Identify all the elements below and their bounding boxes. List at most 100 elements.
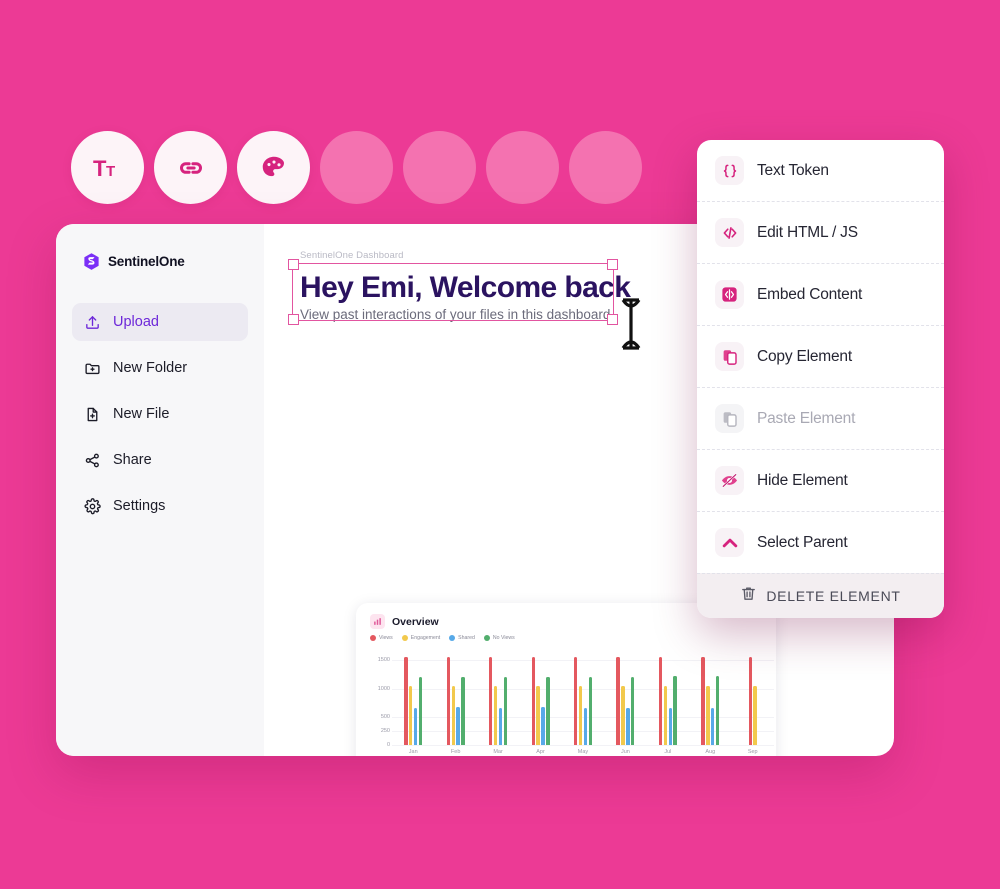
screen: T T SentinelOne Upload New Folder New Fi… (0, 0, 1000, 889)
bar[interactable] (446, 656, 451, 745)
context-menu-item-label: Hide Element (757, 471, 848, 489)
legend-dot (449, 635, 456, 641)
bar[interactable] (673, 676, 677, 745)
sidebar-item-upload[interactable]: Upload (72, 303, 248, 341)
braces-icon (715, 156, 744, 185)
legend-dot (370, 635, 376, 641)
gear-icon (84, 497, 101, 514)
bar[interactable] (531, 656, 535, 745)
resize-handle-top-left[interactable] (288, 259, 299, 270)
bar[interactable] (706, 686, 710, 745)
bar[interactable] (536, 685, 540, 745)
x-axis: Jan Feb Mar Apr May Jun Jul Aug Sep (392, 749, 774, 755)
bar[interactable] (626, 707, 630, 745)
text-size-icon: T T (93, 156, 115, 181)
file-plus-icon (87, 407, 98, 421)
toolbar-button-placeholder-1[interactable] (320, 131, 393, 204)
sidebar: SentinelOne Upload New Folder New File S… (56, 224, 264, 756)
toolbar-button-typography[interactable]: T T (71, 131, 144, 204)
trash-icon (740, 585, 757, 607)
context-menu-item-label: Select Parent (757, 533, 848, 551)
bar-group (434, 649, 476, 745)
sidebar-nav: Upload New Folder New File Share Setting… (56, 303, 264, 525)
bar-group (604, 649, 646, 745)
x-tick-label: Sep (747, 749, 758, 755)
context-menu-item-edit-html-js[interactable]: Edit HTML / JS (697, 201, 944, 263)
bar[interactable] (583, 707, 588, 745)
context-menu-item-hide-element[interactable]: Hide Element (697, 449, 944, 511)
sidebar-item-new-file[interactable]: New File (72, 395, 248, 433)
bar[interactable] (546, 676, 550, 745)
context-menu-item-label: Text Token (757, 161, 829, 179)
paste-icon (715, 404, 744, 433)
bar[interactable] (413, 707, 418, 745)
resize-handle-bottom-left[interactable] (288, 314, 299, 325)
bar[interactable] (404, 656, 408, 745)
bar[interactable] (753, 685, 757, 745)
sentinelone-logo-icon (84, 253, 99, 270)
legend-label: Engagement (410, 635, 441, 641)
context-menu-item-select-parent[interactable]: Select Parent (697, 511, 944, 573)
selected-heading-wrapper[interactable]: Hey Emi, Welcome back (288, 259, 631, 325)
sidebar-item-share[interactable]: Share (72, 441, 248, 479)
x-tick-label: Jun (620, 749, 630, 755)
bar[interactable] (701, 656, 705, 745)
x-tick-label: Jan (408, 749, 418, 755)
toolbar-button-placeholder-2[interactable] (403, 131, 476, 204)
context-menu-item-label: Edit HTML / JS (757, 223, 858, 241)
bar[interactable] (715, 676, 720, 745)
copy-icon (715, 342, 744, 371)
context-menu-item-label: Embed Content (757, 285, 863, 303)
bar[interactable] (668, 707, 672, 745)
bar[interactable] (616, 656, 620, 745)
eye-off-icon (715, 466, 744, 495)
toolbar-button-placeholder-3[interactable] (486, 131, 559, 204)
context-menu-item-embed-content[interactable]: Embed Content (697, 263, 944, 325)
bar[interactable] (456, 707, 460, 745)
bar[interactable] (663, 686, 668, 745)
bar[interactable] (493, 685, 498, 745)
delete-element-label: DELETE ELEMENT (766, 588, 901, 604)
bar[interactable] (489, 656, 493, 745)
y-tick-label: 1000 (377, 685, 390, 692)
context-menu-item-label: Paste Element (757, 409, 856, 427)
legend-item: Views (370, 635, 393, 641)
plot-area (392, 649, 774, 746)
context-menu-item-text-token[interactable]: Text Token (697, 140, 944, 201)
x-tick-label: Feb (450, 749, 461, 755)
overview-card: Overview Views Engagement Shared No View… (356, 603, 776, 756)
bar[interactable] (451, 685, 455, 745)
bar[interactable] (588, 676, 592, 745)
bar[interactable] (573, 656, 578, 745)
bar-group (732, 649, 774, 745)
y-tick-label: 250 (380, 727, 390, 734)
context-menu-item-paste-element: Paste Element (697, 387, 944, 449)
x-tick-label: Jul (664, 749, 672, 755)
bar[interactable] (578, 686, 583, 745)
bar[interactable] (748, 656, 752, 745)
link-icon (179, 161, 202, 174)
bar-group (477, 649, 519, 745)
bar[interactable] (621, 685, 625, 745)
bar[interactable] (711, 707, 715, 745)
floating-toolbar: T T (71, 131, 642, 204)
bar[interactable] (409, 685, 413, 745)
sidebar-item-settings[interactable]: Settings (72, 487, 248, 525)
bar[interactable] (541, 707, 545, 745)
context-menu-item-copy-element[interactable]: Copy Element (697, 325, 944, 387)
toolbar-button-link[interactable] (154, 131, 227, 204)
bar[interactable] (461, 676, 465, 745)
context-menu-delete-element[interactable]: DELETE ELEMENT (697, 573, 944, 618)
bar-group (647, 649, 689, 745)
sidebar-item-new-folder[interactable]: New Folder (72, 349, 248, 387)
bar[interactable] (498, 707, 503, 745)
legend-item: Shared (449, 635, 475, 641)
toolbar-button-palette[interactable] (237, 131, 310, 204)
bar[interactable] (631, 676, 635, 745)
legend-label: No Views (492, 635, 515, 641)
bar[interactable] (658, 656, 663, 745)
bar[interactable] (503, 676, 508, 745)
toolbar-button-placeholder-4[interactable] (569, 131, 642, 204)
legend-label: Views (379, 635, 393, 641)
bar[interactable] (418, 676, 423, 745)
